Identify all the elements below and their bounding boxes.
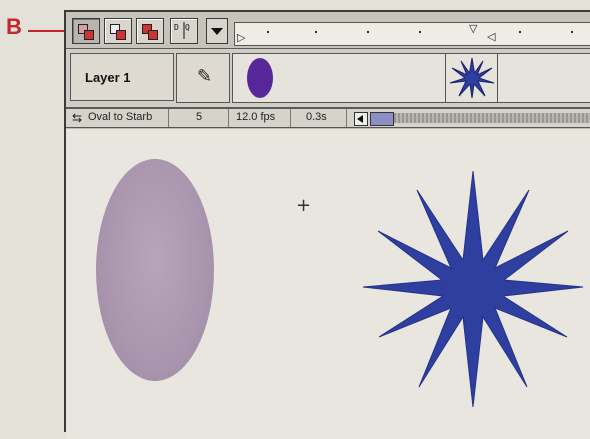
timeline-scroll-track[interactable] [394,113,590,123]
modify-onion-markers-button[interactable]: D Q [170,18,198,44]
frame-rate: 12.0 fps [236,111,276,123]
layer-name[interactable]: Layer 1 [70,53,174,101]
pencil-icon: ✎ [197,66,213,87]
chevron-down-icon [211,28,223,35]
timeline-window: D Q ▷ ▽ ◁ Layer 1 ✎ ⇆ Oval to Starb 5 12… [64,10,590,439]
scene-icon: ⇆ [72,111,83,125]
frame-ruler[interactable]: ▷ ▽ ◁ [234,22,590,46]
svg-text:Q: Q [185,23,190,32]
timeline-scroll-thumb[interactable] [370,112,394,126]
svg-text:D: D [174,23,179,32]
timeline-status-bar: ⇆ Oval to Starb 5 12.0 fps 0.3s [66,109,590,128]
playhead-marker[interactable]: ▽ [469,22,477,35]
onion-skin-outlines-button[interactable] [104,18,132,44]
onion-start-marker[interactable]: ▷ [237,31,245,44]
layer-frames[interactable] [232,53,590,103]
registration-crosshair-icon: + [296,195,312,216]
onion-end-marker[interactable]: ◁ [487,30,495,43]
stage-star-shape[interactable] [358,169,588,409]
scene-name: Oval to Starb [88,111,153,123]
onion-markers-icon: D Q [174,22,190,39]
keyframe-oval-thumbnail[interactable] [247,58,273,98]
stage-oval-shape[interactable] [96,159,214,381]
arrow-left-icon [357,115,363,123]
callout-line [28,30,68,32]
elapsed-time: 0.3s [306,111,327,123]
callout-label-b: B [6,14,22,39]
timeline-scroll-left-button[interactable] [354,112,368,126]
timeline-toolbar: D Q ▷ ▽ ◁ [66,12,590,49]
onion-skin-button[interactable] [72,18,100,44]
onion-options-dropdown[interactable] [206,18,228,44]
stage-canvas[interactable]: + [66,129,590,439]
edit-multiple-frames-button[interactable] [136,18,164,44]
layer-row[interactable]: Layer 1 ✎ [66,49,590,109]
layer-edit-cell[interactable]: ✎ [176,53,230,103]
keyframe-star-thumbnail[interactable] [447,56,497,100]
current-frame: 5 [196,111,203,123]
